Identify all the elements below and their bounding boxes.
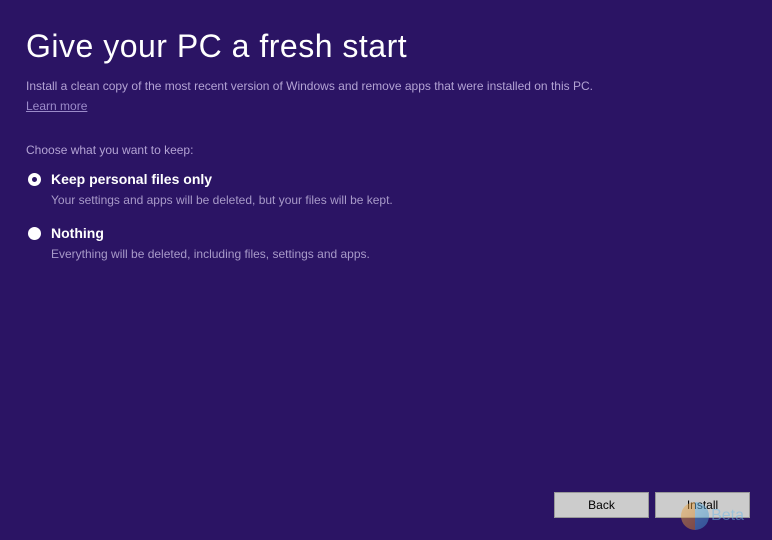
radio-description: Your settings and apps will be deleted, …: [28, 193, 746, 207]
radio-nothing[interactable]: Nothing: [28, 225, 746, 241]
radio-label: Keep personal files only: [51, 171, 212, 187]
back-button[interactable]: Back: [554, 492, 649, 518]
option-nothing: Nothing Everything will be deleted, incl…: [26, 225, 746, 261]
page-subtitle: Install a clean copy of the most recent …: [26, 79, 746, 93]
radio-keep-files[interactable]: Keep personal files only: [28, 171, 746, 187]
button-bar: Back Install: [554, 492, 750, 518]
page-title: Give your PC a fresh start: [26, 28, 746, 65]
install-button[interactable]: Install: [655, 492, 750, 518]
main-content: Give your PC a fresh start Install a cle…: [0, 0, 772, 261]
radio-icon: [28, 173, 41, 186]
learn-more-link[interactable]: Learn more: [26, 99, 87, 113]
option-keep-files: Keep personal files only Your settings a…: [26, 171, 746, 207]
radio-icon: [28, 227, 41, 240]
radio-label: Nothing: [51, 225, 104, 241]
radio-description: Everything will be deleted, including fi…: [28, 247, 746, 261]
choose-prompt: Choose what you want to keep:: [26, 143, 746, 157]
